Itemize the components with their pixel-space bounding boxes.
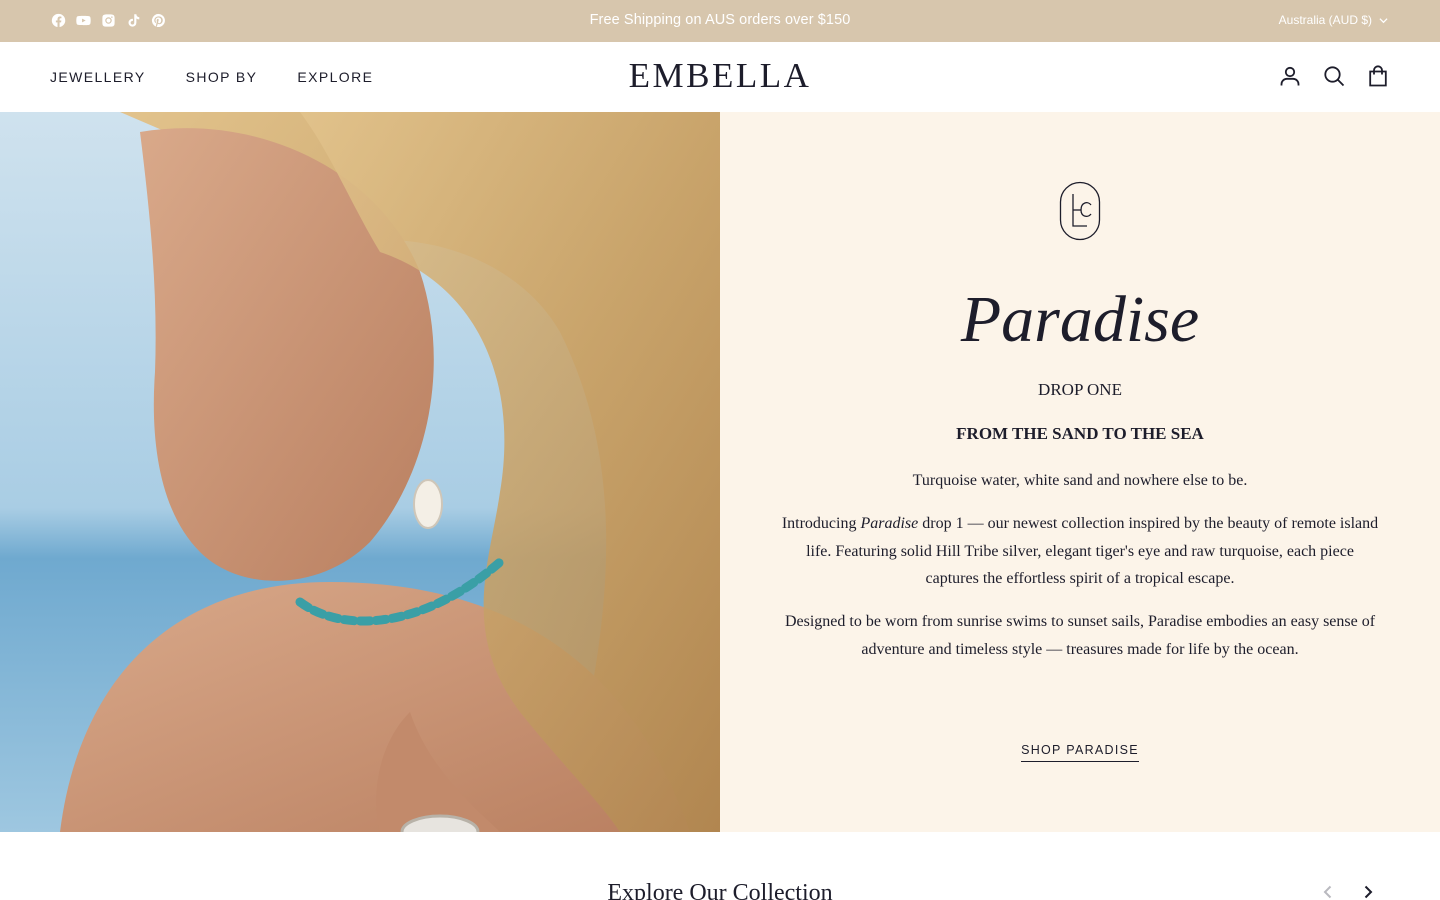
hero-drop-label: DROP ONE bbox=[1038, 380, 1122, 399]
hero-paragraph-2: Introducing Paradise drop 1 — our newest… bbox=[781, 515, 1379, 587]
announcement-text: Free Shipping on AUS orders over $150 bbox=[589, 12, 851, 28]
hero-title: Paradise bbox=[960, 283, 1200, 356]
chevron-down-icon bbox=[1379, 17, 1388, 23]
hero-subheading: FROM THE SAND TO THE SEA bbox=[956, 424, 1204, 443]
collection-title: Explore Our Collection bbox=[607, 880, 833, 900]
shop-paradise-link: SHOP PARADISE bbox=[720, 741, 1440, 762]
hero-paragraph-3: Designed to be worn from sunrise swims t… bbox=[784, 613, 1376, 658]
carousel-next-button[interactable] bbox=[1360, 884, 1376, 900]
account-icon[interactable] bbox=[1278, 64, 1302, 88]
embella-monogram-icon bbox=[1059, 181, 1101, 241]
chevron-right-icon bbox=[1364, 885, 1373, 899]
header-actions bbox=[1278, 64, 1390, 88]
announcement-bar: Free Shipping on AUS orders over $150 Au… bbox=[0, 0, 1440, 42]
region-label: Australia (AUD $) bbox=[1278, 13, 1372, 27]
hero-paragraph-1: Turquoise water, white sand and nowhere … bbox=[912, 472, 1248, 489]
site-header: JEWELLERY SHOP BY EXPLORE EMBELLA bbox=[0, 42, 1440, 112]
site-logo[interactable]: EMBELLA bbox=[0, 56, 1440, 96]
region-selector[interactable]: Australia (AUD $) bbox=[1279, 13, 1388, 27]
hero-image bbox=[0, 112, 720, 832]
carousel-prev-button[interactable] bbox=[1320, 884, 1336, 900]
hero-panel: Paradise DROP ONE FROM THE SAND TO THE S… bbox=[720, 112, 1440, 832]
search-icon[interactable] bbox=[1322, 64, 1346, 88]
cart-icon[interactable] bbox=[1366, 64, 1390, 88]
chevron-left-icon bbox=[1323, 885, 1332, 899]
shop-paradise-button[interactable]: SHOP PARADISE bbox=[1021, 743, 1139, 762]
